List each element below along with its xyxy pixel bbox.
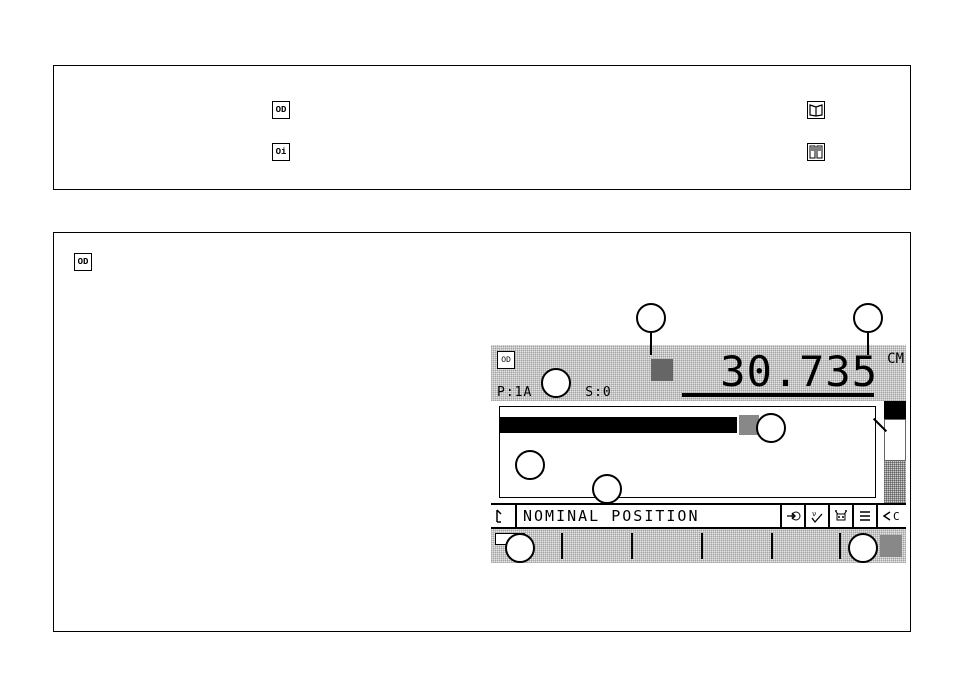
lcd-corner-icon: OD <box>497 351 515 369</box>
icon-od-1-label: OD <box>276 105 287 115</box>
cursor-block-bot <box>880 535 902 557</box>
icon-oi-label: Oi <box>276 147 287 157</box>
arrow-in-icon[interactable] <box>780 505 804 527</box>
seg5 <box>839 533 841 559</box>
callout-4 <box>756 413 786 443</box>
svg-text:ν: ν <box>812 510 816 518</box>
callout-stem-2 <box>867 333 869 355</box>
position-value: 30.735 <box>720 347 878 396</box>
back-c-icon[interactable]: C <box>876 505 906 527</box>
callout-6 <box>592 474 622 504</box>
callout-1 <box>636 303 666 333</box>
icon-od-2-label: OD <box>78 257 89 267</box>
nu-check-icon[interactable]: ν <box>804 505 828 527</box>
scroll-up[interactable] <box>884 401 906 419</box>
scrollbar[interactable] <box>884 401 906 503</box>
svg-text:C: C <box>893 510 900 523</box>
nominal-left-icon <box>491 505 517 527</box>
cursor-block-top <box>651 359 673 381</box>
value-underline <box>682 393 874 397</box>
progress-bar <box>499 417 737 433</box>
seg4 <box>771 533 773 559</box>
seg1 <box>561 533 563 559</box>
page-icon <box>807 143 825 161</box>
position-unit: CM <box>887 351 904 367</box>
callout-2 <box>853 303 883 333</box>
lcd-label-row: NOMINAL POSITION ν C <box>491 503 906 529</box>
callout-stem-1 <box>650 333 652 355</box>
icon-od-1: OD <box>272 101 290 119</box>
callout-5 <box>515 450 545 480</box>
lcd-corner-icon-label: OD <box>501 356 511 365</box>
robot-icon[interactable] <box>828 505 852 527</box>
status-s: S:0 <box>585 385 611 400</box>
nominal-label: NOMINAL POSITION <box>517 507 780 525</box>
lcd-bottom-bar <box>491 529 906 563</box>
lines-icon[interactable] <box>852 505 876 527</box>
callout-8 <box>848 533 878 563</box>
seg3 <box>701 533 703 559</box>
top-panel: OD Oi <box>53 65 911 190</box>
seg2 <box>631 533 633 559</box>
status-p: P:1A <box>497 385 532 400</box>
lcd-mid-area <box>491 401 906 503</box>
icon-od-2: OD <box>74 253 92 271</box>
book-icon <box>807 101 825 119</box>
callout-3 <box>541 368 571 398</box>
scroll-thumb[interactable] <box>884 419 906 461</box>
icon-oi: Oi <box>272 143 290 161</box>
callout-7 <box>505 533 535 563</box>
scroll-track[interactable] <box>884 461 906 503</box>
